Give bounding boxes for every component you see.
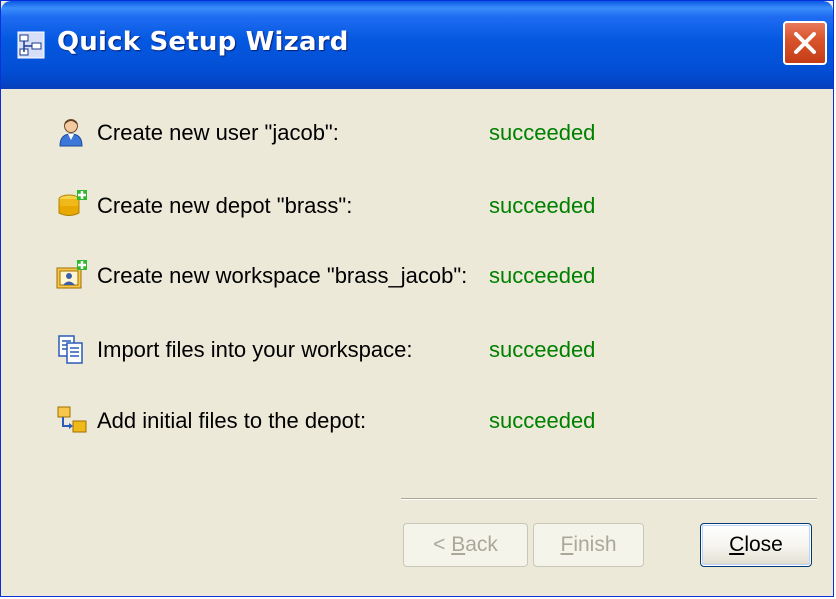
user-icon	[59, 119, 83, 147]
button-separator	[401, 498, 817, 500]
back-button-mnemonic: B	[451, 533, 466, 556]
workspace-add-icon	[56, 260, 87, 289]
step-label: Create new user "jacob":	[97, 120, 339, 145]
step-row-create-workspace: Create new workspace "brass_jacob": succ…	[55, 259, 755, 295]
finish-button-rest: inish	[573, 533, 617, 556]
wizard-content: Create new user "jacob": succeeded Creat…	[5, 89, 831, 594]
step-row-import-files: Import files into your workspace: succee…	[55, 333, 755, 369]
step-status: succeeded	[489, 337, 596, 362]
back-button-prefix: <	[433, 533, 452, 556]
step-label: Create new workspace "brass_jacob":	[97, 263, 468, 288]
finish-button[interactable]: Finish	[533, 523, 644, 567]
step-status: succeeded	[489, 408, 596, 433]
title-close-button[interactable]	[783, 21, 827, 65]
step-row-create-user: Create new user "jacob": succeeded	[55, 116, 755, 152]
step-status: succeeded	[489, 263, 596, 288]
step-row-create-depot: Create new depot "brass": succeeded	[55, 189, 755, 225]
finish-button-mnemonic: F	[560, 533, 574, 556]
close-button[interactable]: Close	[700, 523, 812, 567]
step-label: Add initial files to the depot:	[97, 408, 367, 433]
window-title: Quick Setup Wizard	[57, 27, 349, 57]
title-bar[interactable]: Quick Setup Wizard	[1, 1, 833, 89]
import-files-icon	[58, 335, 83, 364]
wizard-app-icon	[17, 31, 45, 59]
add-files-depot-icon	[57, 406, 87, 433]
quick-setup-wizard-window: Quick Setup Wizard Create new user "jaco…	[0, 0, 834, 597]
step-label: Import files into your workspace:	[97, 337, 413, 362]
step-status: succeeded	[489, 120, 596, 145]
step-status: succeeded	[489, 193, 596, 218]
step-label: Create new depot "brass":	[97, 193, 353, 218]
close-icon	[794, 32, 816, 54]
close-button-mnemonic: C	[729, 533, 745, 556]
step-row-add-files: Add initial files to the depot: succeede…	[55, 404, 755, 440]
close-button-rest: lose	[744, 533, 783, 556]
back-button-rest: ack	[465, 533, 498, 556]
depot-add-icon	[58, 190, 87, 216]
back-button[interactable]: < Back	[403, 523, 528, 567]
